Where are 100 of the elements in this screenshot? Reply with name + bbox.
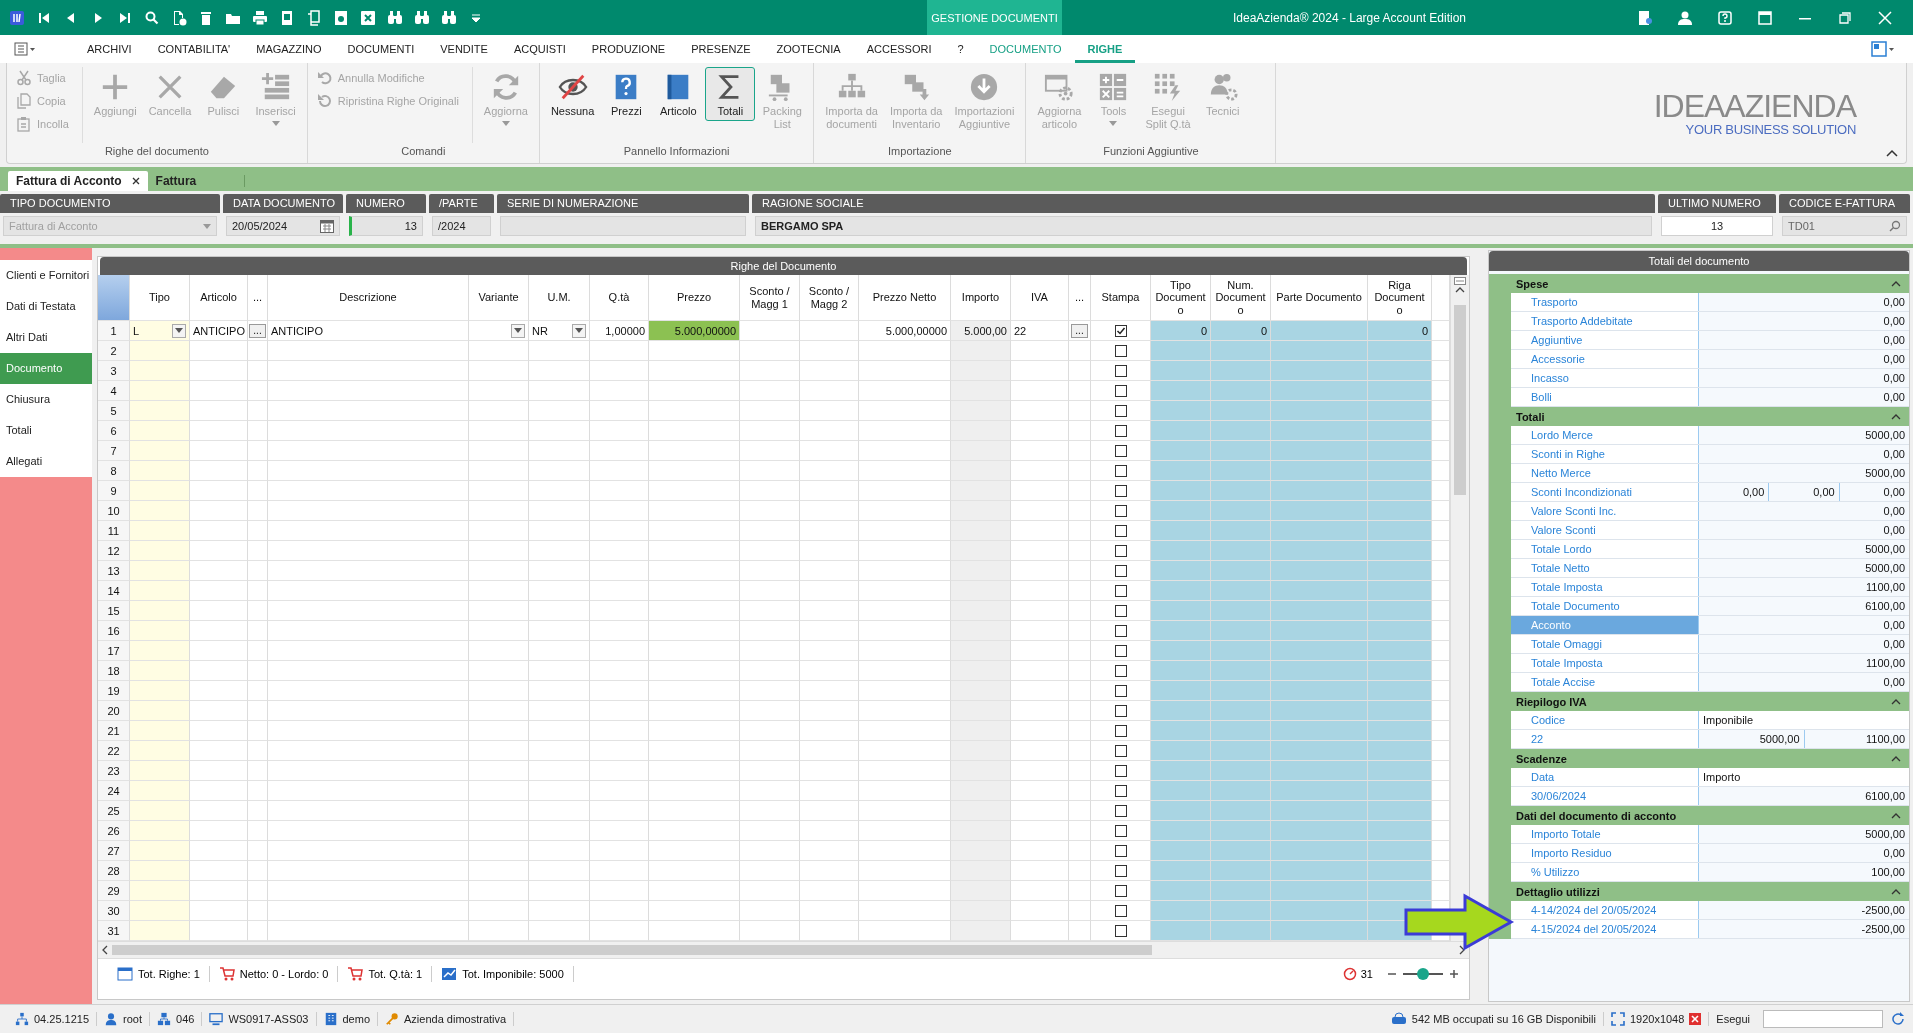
user-icon[interactable] <box>1677 9 1693 26</box>
menu-tab[interactable]: ? <box>944 35 977 63</box>
help-icon[interactable] <box>1717 9 1733 26</box>
column-header[interactable]: Riga Document o <box>1368 275 1432 321</box>
caret-icon[interactable] <box>175 328 183 333</box>
column-header[interactable]: ... <box>1069 275 1091 321</box>
checkbox[interactable] <box>1114 364 1127 377</box>
caret-icon[interactable] <box>575 328 583 333</box>
checkbox[interactable] <box>1114 504 1127 517</box>
menu-tab[interactable]: ACQUISTI <box>500 35 579 63</box>
app-logo-icon[interactable] <box>9 9 25 26</box>
nav-item[interactable]: Chiusura <box>0 384 92 415</box>
column-header[interactable]: Tipo Document o <box>1151 275 1211 321</box>
preview-icon[interactable] <box>333 9 349 26</box>
binoculars-icon[interactable] <box>441 9 457 26</box>
menu-tab[interactable]: MAGAZZINO <box>243 35 335 63</box>
nav-item[interactable]: Documento <box>0 353 92 384</box>
checkbox[interactable] <box>1114 344 1127 357</box>
nav-item[interactable]: Allegati <box>0 446 92 477</box>
scroll-up-icon[interactable] <box>1455 287 1465 293</box>
checkbox[interactable] <box>1114 804 1127 817</box>
checkbox[interactable] <box>1114 484 1127 497</box>
close-icon[interactable] <box>131 177 140 185</box>
checkbox[interactable] <box>1114 464 1127 477</box>
text-field[interactable]: /2024 <box>432 216 491 236</box>
column-header[interactable]: Variante <box>469 275 529 321</box>
ribbon-button[interactable]: Articolo <box>653 67 704 122</box>
column-header[interactable]: Importo <box>951 275 1011 321</box>
column-header[interactable]: Tipo <box>130 275 190 321</box>
checkbox[interactable] <box>1114 924 1127 937</box>
ribbon-button[interactable]: Totali <box>705 67 756 122</box>
text-field[interactable]: 13 <box>1661 216 1773 236</box>
text-field[interactable] <box>500 216 746 236</box>
module-tab[interactable]: GESTIONE DOCUMENTI <box>927 0 1062 35</box>
fullscreen-icon[interactable] <box>1610 1012 1625 1026</box>
column-header[interactable]: Num. Document o <box>1211 275 1271 321</box>
window-icon[interactable] <box>1757 9 1773 26</box>
search-icon[interactable] <box>1889 220 1901 232</box>
checkbox[interactable] <box>1114 824 1127 837</box>
ellipsis-button[interactable]: ... <box>249 323 266 338</box>
binoculars-icon[interactable] <box>387 9 403 26</box>
ellipsis-button[interactable]: ... <box>1071 323 1088 338</box>
dropdown-button[interactable] <box>511 323 525 338</box>
document-tab[interactable]: Fattura <box>147 171 205 191</box>
checkbox[interactable] <box>1114 784 1127 797</box>
error-icon[interactable] <box>1689 1013 1702 1025</box>
menu-tab[interactable]: PRODUZIONE <box>578 35 679 63</box>
vertical-scrollbar[interactable] <box>1450 275 1469 941</box>
checkbox[interactable] <box>1114 604 1127 617</box>
restore-icon[interactable] <box>1837 9 1853 26</box>
checkbox[interactable] <box>1114 544 1127 557</box>
menu-tab[interactable]: ZOOTECNIA <box>763 35 854 63</box>
nav-item[interactable]: Clienti e Fornitori <box>0 260 92 291</box>
zoom-in-icon[interactable] <box>1449 969 1459 979</box>
horizontal-scrollbar[interactable] <box>98 941 1469 958</box>
checkbox[interactable] <box>1114 664 1127 677</box>
dropdown-button[interactable] <box>572 323 586 338</box>
checkbox[interactable] <box>1114 444 1127 457</box>
column-header[interactable]: Sconto / Magg 2 <box>800 275 859 321</box>
checkbox[interactable] <box>1114 704 1127 717</box>
calendar-icon[interactable] <box>320 219 334 233</box>
menu-tab[interactable]: DOCUMENTI <box>334 35 428 63</box>
checkbox[interactable] <box>1114 884 1127 897</box>
refresh-icon[interactable] <box>1891 1012 1905 1026</box>
slider-thumb[interactable] <box>1417 968 1429 980</box>
checkbox[interactable] <box>1114 644 1127 657</box>
column-header[interactable]: Prezzo Netto <box>859 275 951 321</box>
dropdown-button[interactable] <box>172 323 186 338</box>
menu-tab[interactable]: CONTABILITA' <box>144 35 244 63</box>
menu-tab[interactable]: PRESENZE <box>678 35 764 63</box>
search-icon[interactable] <box>144 9 160 26</box>
checkbox[interactable] <box>1114 424 1127 437</box>
chevron-up-icon[interactable] <box>1891 413 1901 420</box>
scrollbar-thumb[interactable] <box>1454 305 1466 495</box>
checkbox[interactable] <box>1114 584 1127 597</box>
search-field[interactable]: TD01 <box>1782 216 1907 236</box>
checkbox[interactable] <box>1114 684 1127 697</box>
command-field[interactable] <box>1763 1010 1883 1028</box>
copy-icon[interactable] <box>306 9 322 26</box>
scrollbar-thumb[interactable] <box>112 945 1152 955</box>
menu-list-icon[interactable] <box>14 42 36 56</box>
text-field[interactable]: 13 <box>349 216 423 236</box>
column-header[interactable]: ... <box>248 275 268 321</box>
checkbox[interactable] <box>1114 844 1127 857</box>
ribbon-button[interactable]: Prezzi <box>601 67 652 122</box>
column-header[interactable]: IVA <box>1011 275 1069 321</box>
checkbox[interactable] <box>1114 904 1127 917</box>
print-icon[interactable] <box>252 9 268 26</box>
ribbon-button[interactable]: Nessuna <box>545 67 600 122</box>
checkbox[interactable] <box>1114 764 1127 777</box>
chevron-up-icon[interactable] <box>1891 280 1901 287</box>
layout-icon[interactable] <box>1871 41 1895 57</box>
column-header[interactable]: Q.tà <box>590 275 649 321</box>
menu-tab[interactable]: VENDITE <box>427 35 501 63</box>
checkbox[interactable] <box>1114 524 1127 537</box>
chevron-up-icon[interactable] <box>1891 698 1901 705</box>
checkbox[interactable] <box>1114 724 1127 737</box>
row-label[interactable]: Acconto <box>1511 616 1699 634</box>
column-header[interactable]: Descrizione <box>268 275 469 321</box>
checkbox[interactable] <box>1114 624 1127 637</box>
